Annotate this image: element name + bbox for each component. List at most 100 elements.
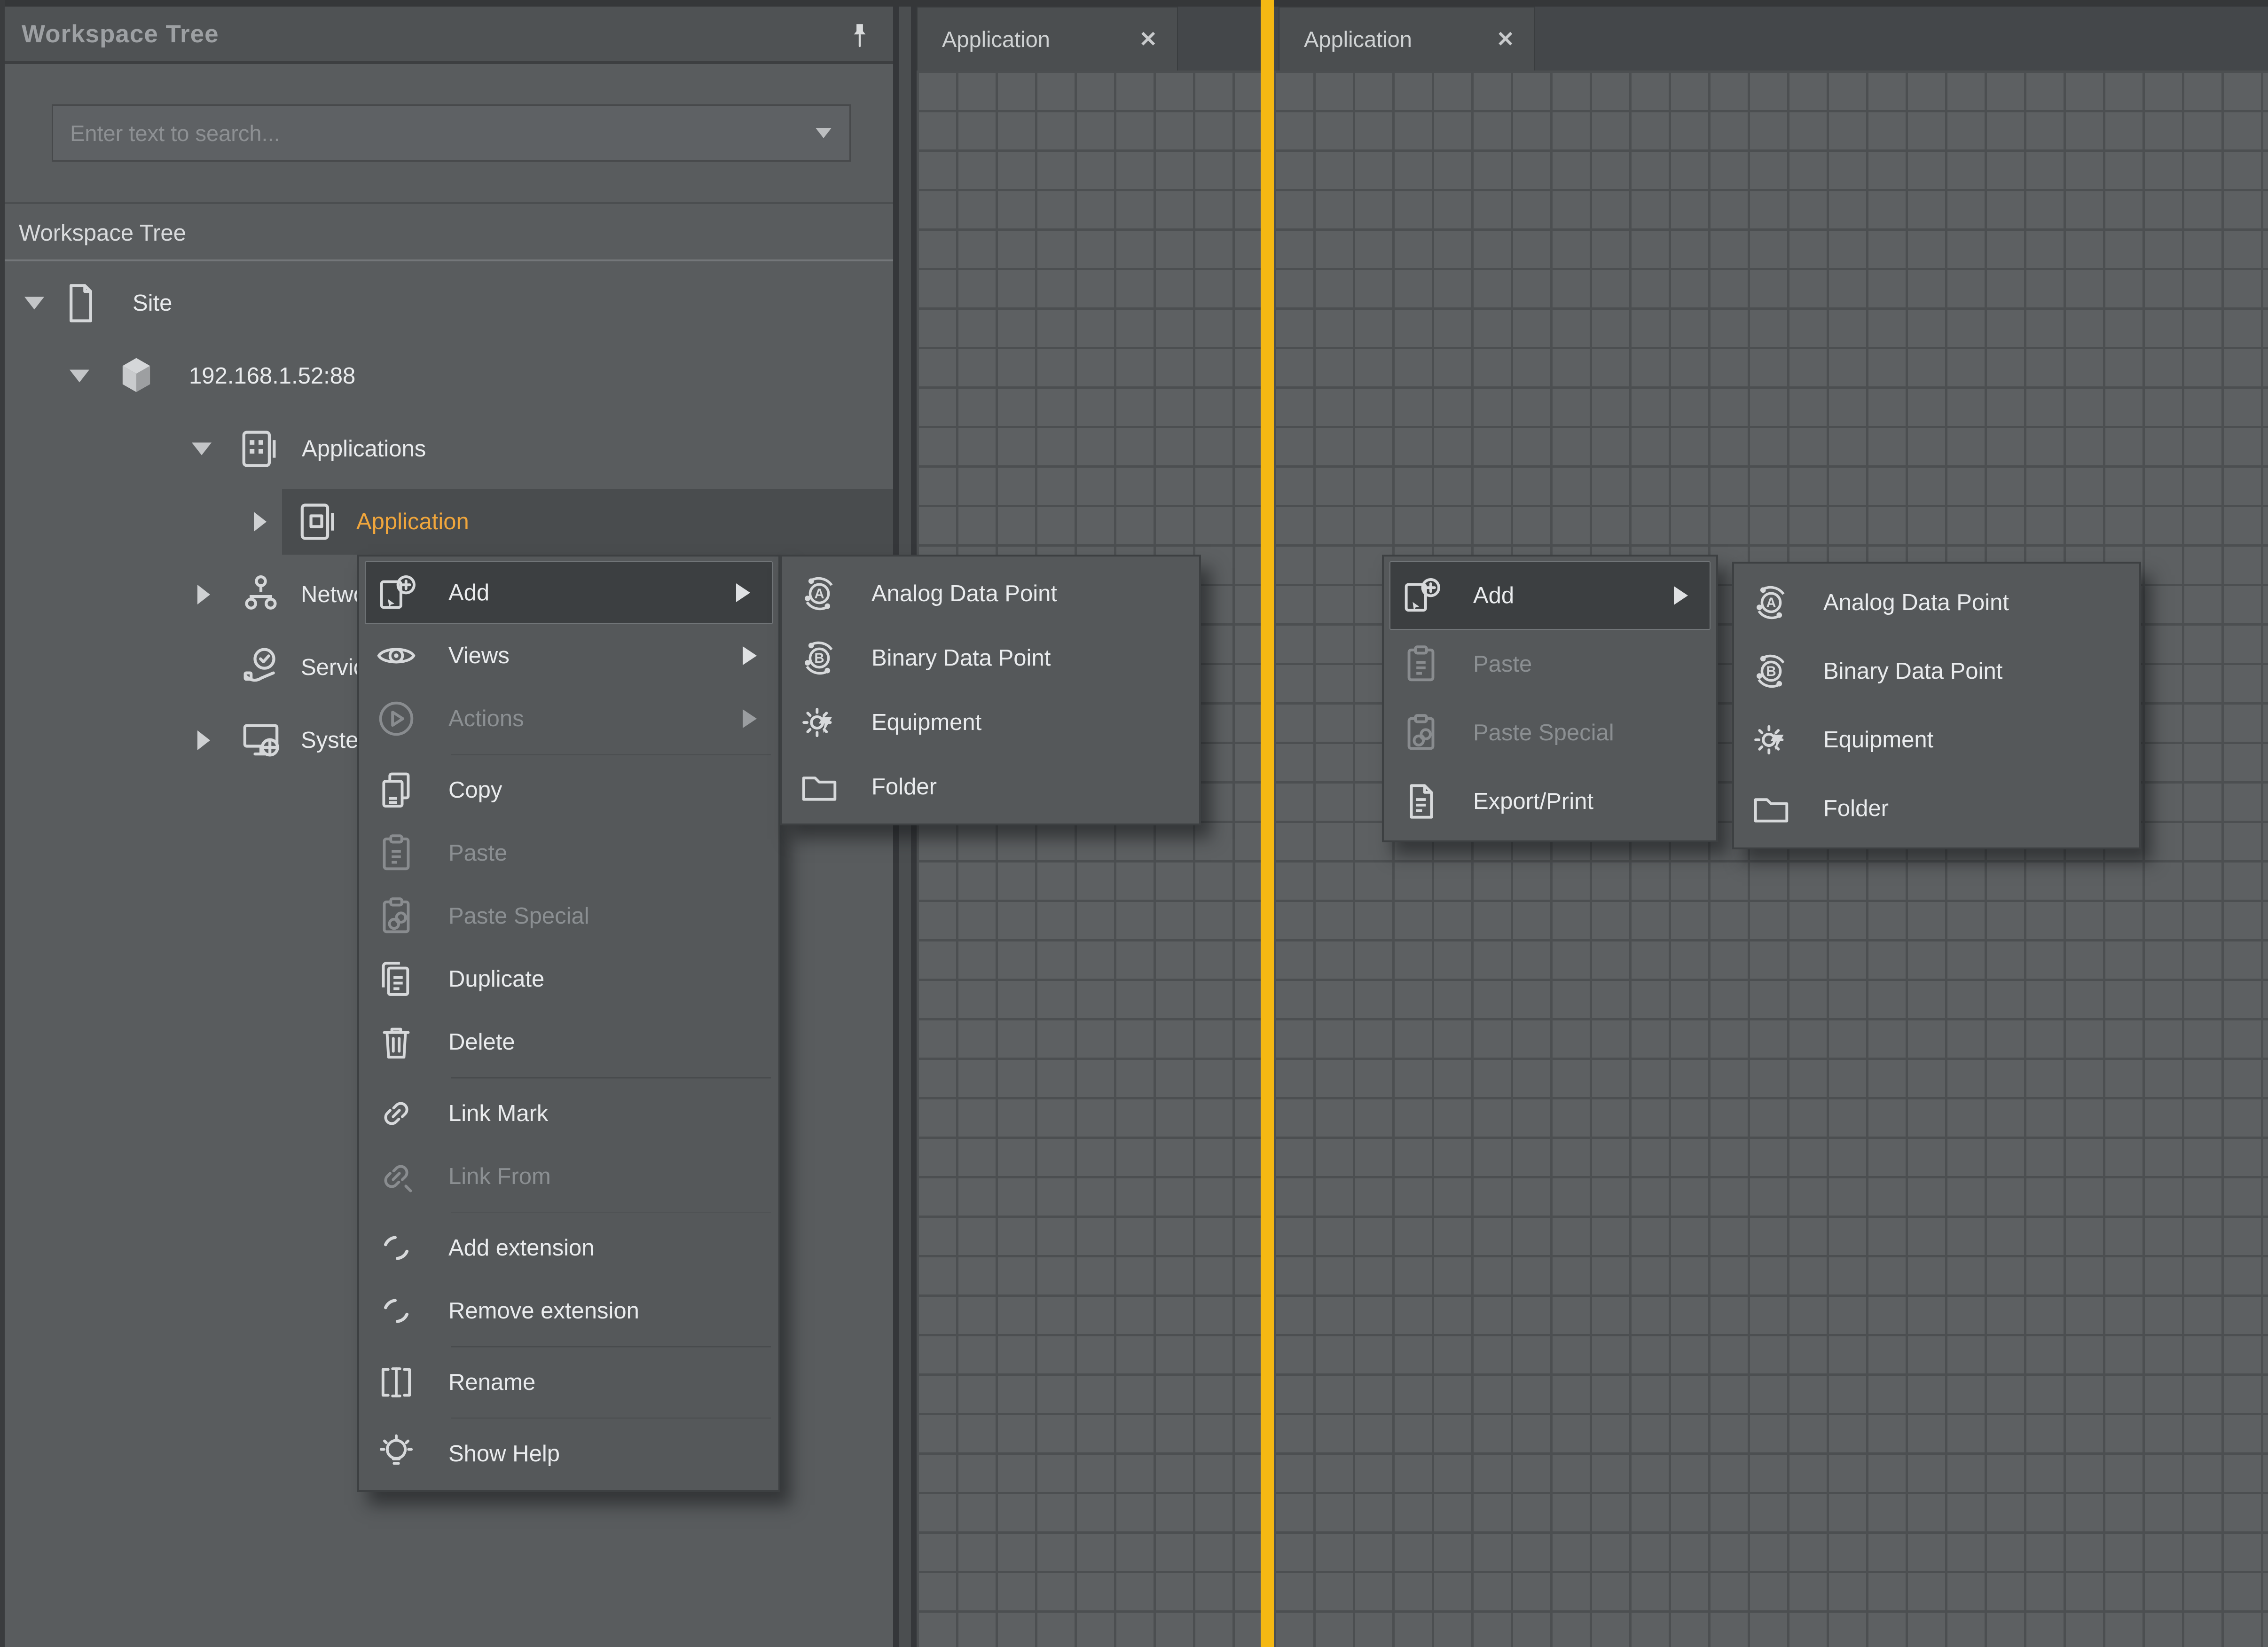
menu-item-paste-special[interactable]: Paste Special [359,885,778,948]
expand-closed-icon[interactable] [197,730,210,750]
menu-item-binary-data-point[interactable]: Binary Data Point [1734,637,2139,706]
menu-item-label: Equipment [871,709,981,736]
panel-title: Workspace Tree [22,20,219,48]
binary-point-icon [797,636,841,680]
tree-item-site[interactable]: Site [0,270,893,336]
menu-separator [451,1418,771,1419]
expand-open-icon[interactable] [24,297,44,310]
menu-separator [451,1346,771,1348]
canvas-context-menu: Add Paste Paste Special Export/Print [1382,555,1718,842]
application-icon [292,498,339,545]
add-icon [1399,573,1443,618]
window-left-border [0,0,5,1647]
system-icon [237,717,284,764]
menu-separator [451,754,771,755]
menu-item-link-from[interactable]: Link From [359,1145,778,1208]
server-icon [113,353,160,400]
tab-application[interactable]: Application ✕ [917,7,1178,71]
binary-point-icon [1749,649,1793,693]
tree-item-label: Site [133,290,172,316]
menu-item-export-print[interactable]: Export/Print [1384,767,1716,836]
tree-section-label: Workspace Tree [19,220,186,246]
menu-item-label: Equipment [1823,727,1933,753]
menu-item-analog-data-point[interactable]: Analog Data Point [782,561,1199,626]
expand-closed-icon[interactable] [254,512,267,532]
menu-item-folder[interactable]: Folder [782,754,1199,819]
analog-point-icon [797,572,841,616]
menu-item-duplicate[interactable]: Duplicate [359,948,778,1011]
pin-icon[interactable] [844,18,875,54]
menu-item-label: Add [448,580,489,606]
actions-icon [374,697,418,741]
tree-item-label: 192.168.1.52:88 [189,363,355,389]
menu-item-paste[interactable]: Paste [1384,630,1716,698]
menu-item-label: Views [448,643,510,669]
close-icon[interactable]: ✕ [1139,26,1157,52]
link-icon [374,1091,418,1136]
expand-open-icon[interactable] [70,370,89,383]
chevron-down-icon[interactable] [816,128,832,138]
menu-item-delete[interactable]: Delete [359,1011,778,1074]
add-submenu: Analog Data Point Binary Data Point Equi… [780,555,1201,825]
context-menu: Add Views Actions Copy Paste Paste Speci… [357,555,780,1492]
menu-item-link-mark[interactable]: Link Mark [359,1082,778,1145]
submenu-arrow-icon [743,646,757,665]
menu-item-label: Binary Data Point [871,645,1051,671]
menu-item-label: Paste [1473,651,1532,677]
menu-item-copy[interactable]: Copy [359,759,778,822]
menu-item-label: Show Help [448,1441,560,1467]
menu-item-label: Paste Special [1473,720,1614,746]
tab-strip: Application ✕ [1274,7,2268,71]
tab-strip: Application ✕ [917,7,1261,71]
extension-remove-icon [374,1289,418,1333]
applications-icon [235,425,282,472]
menu-item-add[interactable]: Add [365,561,773,624]
menu-item-label: Paste Special [448,903,589,929]
menu-item-analog-data-point[interactable]: Analog Data Point [1734,568,2139,637]
menu-item-actions[interactable]: Actions [359,687,778,750]
paste-icon [374,831,418,875]
menu-item-label: Folder [1823,795,1889,822]
paste-icon [1399,642,1443,686]
folder-icon [797,765,841,809]
menu-item-binary-data-point[interactable]: Binary Data Point [782,626,1199,690]
extension-add-icon [374,1226,418,1270]
menu-item-label: Folder [871,774,937,800]
menu-separator [451,1212,771,1213]
expand-open-icon[interactable] [192,443,212,455]
tree-item-server[interactable]: 192.168.1.52:88 [0,343,893,409]
link-from-icon [374,1154,418,1199]
canvas-grid[interactable] [917,71,1261,1647]
menu-item-add[interactable]: Add [1389,561,1711,630]
menu-item-label: Analog Data Point [1823,589,2009,616]
menu-item-label: Export/Print [1473,788,1593,815]
help-icon [374,1432,418,1476]
canvas-grid[interactable] [1274,71,2268,1647]
menu-item-remove-extension[interactable]: Remove extension [359,1279,778,1342]
tree-item-application[interactable]: Application [0,489,893,555]
site-icon [57,280,104,327]
tab-label: Application [942,26,1050,52]
menu-item-folder[interactable]: Folder [1734,774,2139,843]
split-divider[interactable] [1261,0,1274,1647]
menu-item-rename[interactable]: Rename [359,1351,778,1414]
menu-item-paste-special[interactable]: Paste Special [1384,698,1716,767]
menu-item-show-help[interactable]: Show Help [359,1422,778,1485]
expand-closed-icon[interactable] [197,585,210,604]
menu-item-label: Rename [448,1369,535,1396]
rename-icon [374,1360,418,1404]
tab-application[interactable]: Application ✕ [1279,7,1535,71]
search-input[interactable] [53,106,816,160]
menu-item-equipment[interactable]: Equipment [782,690,1199,754]
submenu-arrow-icon [1674,586,1688,605]
close-icon[interactable]: ✕ [1496,26,1515,52]
canvas-add-submenu: Analog Data Point Binary Data Point Equi… [1732,562,2141,849]
menu-item-label: Link From [448,1163,551,1190]
menu-item-equipment[interactable]: Equipment [1734,706,2139,774]
menu-item-paste[interactable]: Paste [359,822,778,885]
network-icon [237,571,284,618]
menu-item-add-extension[interactable]: Add extension [359,1216,778,1279]
menu-item-views[interactable]: Views [359,624,778,687]
tree-item-applications[interactable]: Applications [0,416,893,482]
tab-label: Application [1304,26,1412,52]
